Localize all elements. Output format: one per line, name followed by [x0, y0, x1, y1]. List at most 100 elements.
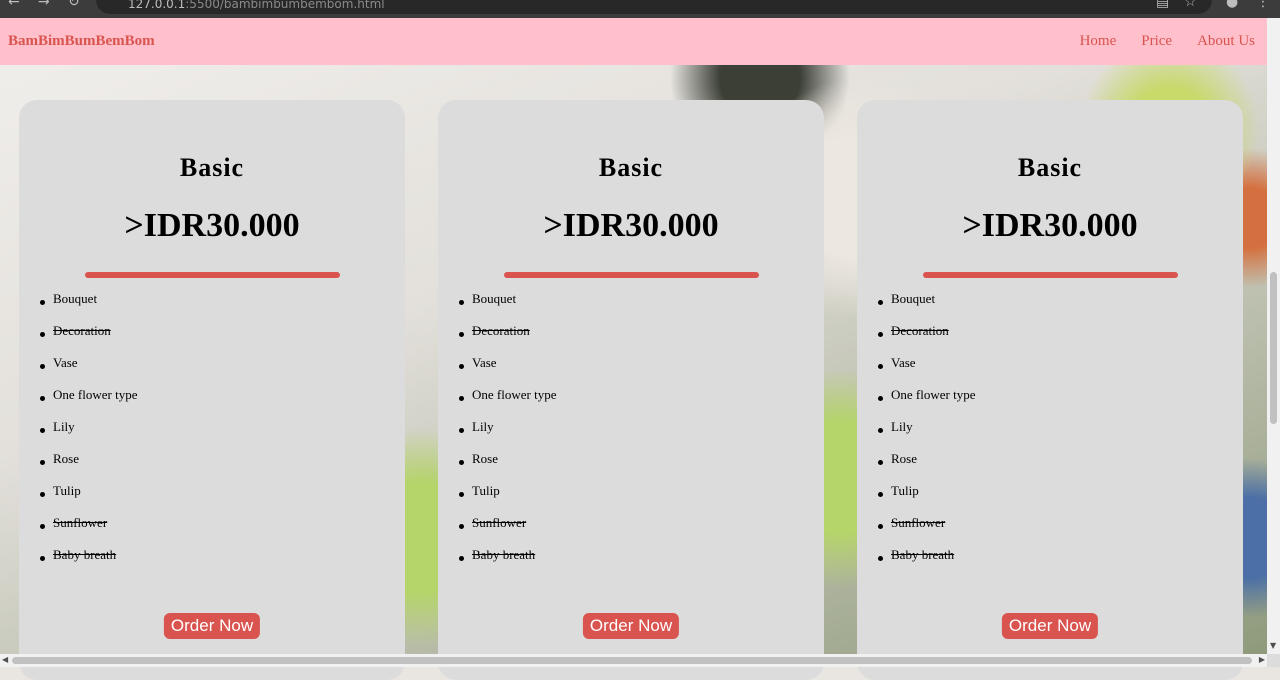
- scrollbar-corner: [1267, 654, 1280, 667]
- card-price: >IDR30.000: [962, 207, 1138, 244]
- card-price: >IDR30.000: [124, 207, 300, 244]
- feature-item: Decoration: [40, 323, 137, 355]
- feature-label: Rose: [472, 451, 498, 466]
- card-title: Basic: [179, 153, 245, 182]
- bullet-icon: [459, 524, 464, 529]
- bullet-icon: [878, 524, 883, 529]
- bullet-icon: [40, 524, 45, 529]
- bullet-icon: [459, 396, 464, 401]
- feature-label: Sunflower: [472, 515, 527, 530]
- feature-item: Baby breath: [40, 547, 137, 579]
- bullet-icon: [40, 300, 45, 305]
- feature-label: Decoration: [53, 323, 111, 338]
- profile-icon[interactable]: ●: [1226, 0, 1238, 10]
- bullet-icon: [878, 492, 883, 497]
- card-price: >IDR30.000: [543, 207, 719, 244]
- bookmark-star-icon[interactable]: ☆: [1184, 0, 1197, 10]
- feature-item: Sunflower: [40, 515, 137, 547]
- bullet-icon: [878, 300, 883, 305]
- feature-label: Tulip: [891, 483, 919, 498]
- bullet-icon: [40, 492, 45, 497]
- bullet-icon: [878, 332, 883, 337]
- feature-item: Lily: [878, 419, 975, 451]
- feature-item: Decoration: [459, 323, 556, 355]
- card-divider: [85, 272, 340, 278]
- card-title: Basic: [1017, 153, 1083, 182]
- feature-item: Sunflower: [459, 515, 556, 547]
- feature-item: Rose: [878, 451, 975, 483]
- order-now-button[interactable]: Order Now: [1001, 613, 1099, 639]
- feature-item: Baby breath: [878, 547, 975, 579]
- bullet-icon: [459, 300, 464, 305]
- feature-item: Sunflower: [878, 515, 975, 547]
- card-divider: [504, 272, 759, 278]
- feature-item: Tulip: [459, 483, 556, 515]
- feature-item: Bouquet: [878, 291, 975, 323]
- vertical-scrollbar[interactable]: ▼: [1267, 18, 1280, 654]
- menu-icon[interactable]: ⋮: [1256, 0, 1270, 10]
- bullet-icon: [459, 332, 464, 337]
- feature-label: Sunflower: [891, 515, 946, 530]
- scroll-left-icon[interactable]: ◀: [2, 655, 8, 664]
- nav-link-price[interactable]: Price: [1141, 33, 1172, 50]
- feature-label: Vase: [891, 355, 916, 370]
- feature-item: Baby breath: [459, 547, 556, 579]
- forward-icon[interactable]: →: [38, 0, 50, 10]
- feature-label: Lily: [891, 419, 913, 434]
- bullet-icon: [40, 428, 45, 433]
- feature-label: Lily: [53, 419, 75, 434]
- back-icon[interactable]: ←: [8, 0, 20, 10]
- feature-label: Bouquet: [891, 291, 936, 306]
- feature-label: Baby breath: [53, 547, 117, 562]
- feature-label: One flower type: [891, 387, 976, 402]
- feature-label: Decoration: [891, 323, 949, 338]
- feature-label: Rose: [891, 451, 917, 466]
- feature-item: One flower type: [40, 387, 137, 419]
- vertical-scrollbar-thumb[interactable]: [1270, 272, 1277, 424]
- order-now-button[interactable]: Order Now: [582, 613, 680, 639]
- feature-item: Bouquet: [459, 291, 556, 323]
- feature-label: Baby breath: [472, 547, 536, 562]
- bullet-icon: [878, 364, 883, 369]
- feature-item: Lily: [40, 419, 137, 451]
- feature-list: Bouquet Decoration Vase One flower type …: [438, 291, 556, 579]
- brand-logo[interactable]: BamBimBumBemBom: [8, 33, 155, 50]
- feature-item: One flower type: [459, 387, 556, 419]
- horizontal-scrollbar-thumb[interactable]: [12, 657, 1252, 664]
- bullet-icon: [40, 332, 45, 337]
- horizontal-scrollbar[interactable]: ◀ ▶: [0, 654, 1267, 667]
- bullet-icon: [40, 396, 45, 401]
- pricing-card: Basic >IDR30.000 Bouquet Decoration Vase…: [857, 100, 1243, 680]
- feature-item: Bouquet: [40, 291, 137, 323]
- scroll-right-icon[interactable]: ▶: [1259, 655, 1265, 664]
- translate-icon[interactable]: ▤: [1156, 0, 1169, 10]
- pricing-card: Basic >IDR30.000 Bouquet Decoration Vase…: [19, 100, 405, 680]
- address-bar[interactable]: 127.0.0.1:5500/bambimbumbembom.html: [96, 0, 1212, 14]
- navbar: BamBimBumBemBom Home Price About Us: [0, 18, 1267, 65]
- feature-item: Vase: [459, 355, 556, 387]
- feature-label: Rose: [53, 451, 79, 466]
- bullet-icon: [40, 364, 45, 369]
- feature-item: Tulip: [878, 483, 975, 515]
- feature-item: Tulip: [40, 483, 137, 515]
- order-now-button[interactable]: Order Now: [163, 613, 261, 639]
- feature-item: Vase: [40, 355, 137, 387]
- feature-item: Decoration: [878, 323, 975, 355]
- bullet-icon: [459, 556, 464, 561]
- feature-label: Vase: [472, 355, 497, 370]
- scroll-down-icon[interactable]: ▼: [1270, 641, 1276, 650]
- feature-label: Baby breath: [891, 547, 955, 562]
- feature-label: Decoration: [472, 323, 530, 338]
- feature-label: Tulip: [53, 483, 81, 498]
- nav-links: Home Price About Us: [1080, 33, 1255, 50]
- bullet-icon: [459, 428, 464, 433]
- nav-link-home[interactable]: Home: [1080, 33, 1117, 50]
- feature-label: Tulip: [472, 483, 500, 498]
- bullet-icon: [459, 460, 464, 465]
- nav-link-about-us[interactable]: About Us: [1197, 33, 1255, 50]
- card-divider: [923, 272, 1178, 278]
- reload-icon[interactable]: ↻: [68, 0, 80, 10]
- feature-item: Vase: [878, 355, 975, 387]
- feature-list: Bouquet Decoration Vase One flower type …: [19, 291, 137, 579]
- address-url: 127.0.0.1:5500/bambimbumbembom.html: [128, 0, 385, 11]
